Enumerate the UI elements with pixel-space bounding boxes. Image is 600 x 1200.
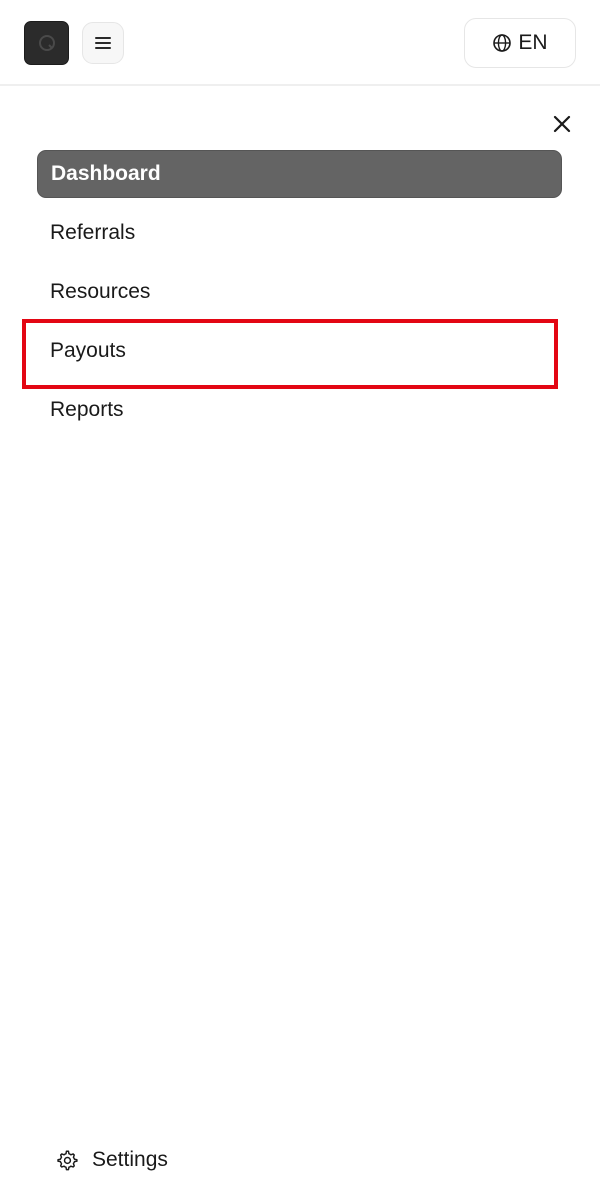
drawer-nav: Dashboard Referrals Resources Payouts Re… [37,150,562,445]
brand-logo-icon [38,35,55,51]
nav-item-label: Payouts [50,339,126,362]
menu-toggle-button[interactable] [82,22,124,64]
globe-icon [492,33,512,53]
nav-item-referrals[interactable]: Referrals [37,209,562,257]
settings-label: Settings [92,1148,168,1171]
nav-item-label: Referrals [50,221,136,244]
hamburger-menu-icon [95,37,111,49]
nav-item-label: Resources [50,280,151,303]
nav-item-resources[interactable]: Resources [37,268,562,316]
close-icon [553,115,571,133]
language-button[interactable]: EN [464,18,576,68]
nav-item-reports[interactable]: Reports [37,386,562,434]
nav-item-label: Reports [50,398,124,421]
nav-item-label: Dashboard [51,162,161,185]
nav-item-payouts[interactable]: Payouts [37,327,562,375]
settings-link[interactable]: Settings [56,1142,168,1178]
nav-item-dashboard[interactable]: Dashboard [37,150,562,198]
top-bar: EN [0,0,600,86]
close-drawer-button[interactable] [548,110,576,138]
gear-icon [56,1149,78,1171]
language-label: EN [518,31,548,54]
brand-logo[interactable] [24,21,69,65]
